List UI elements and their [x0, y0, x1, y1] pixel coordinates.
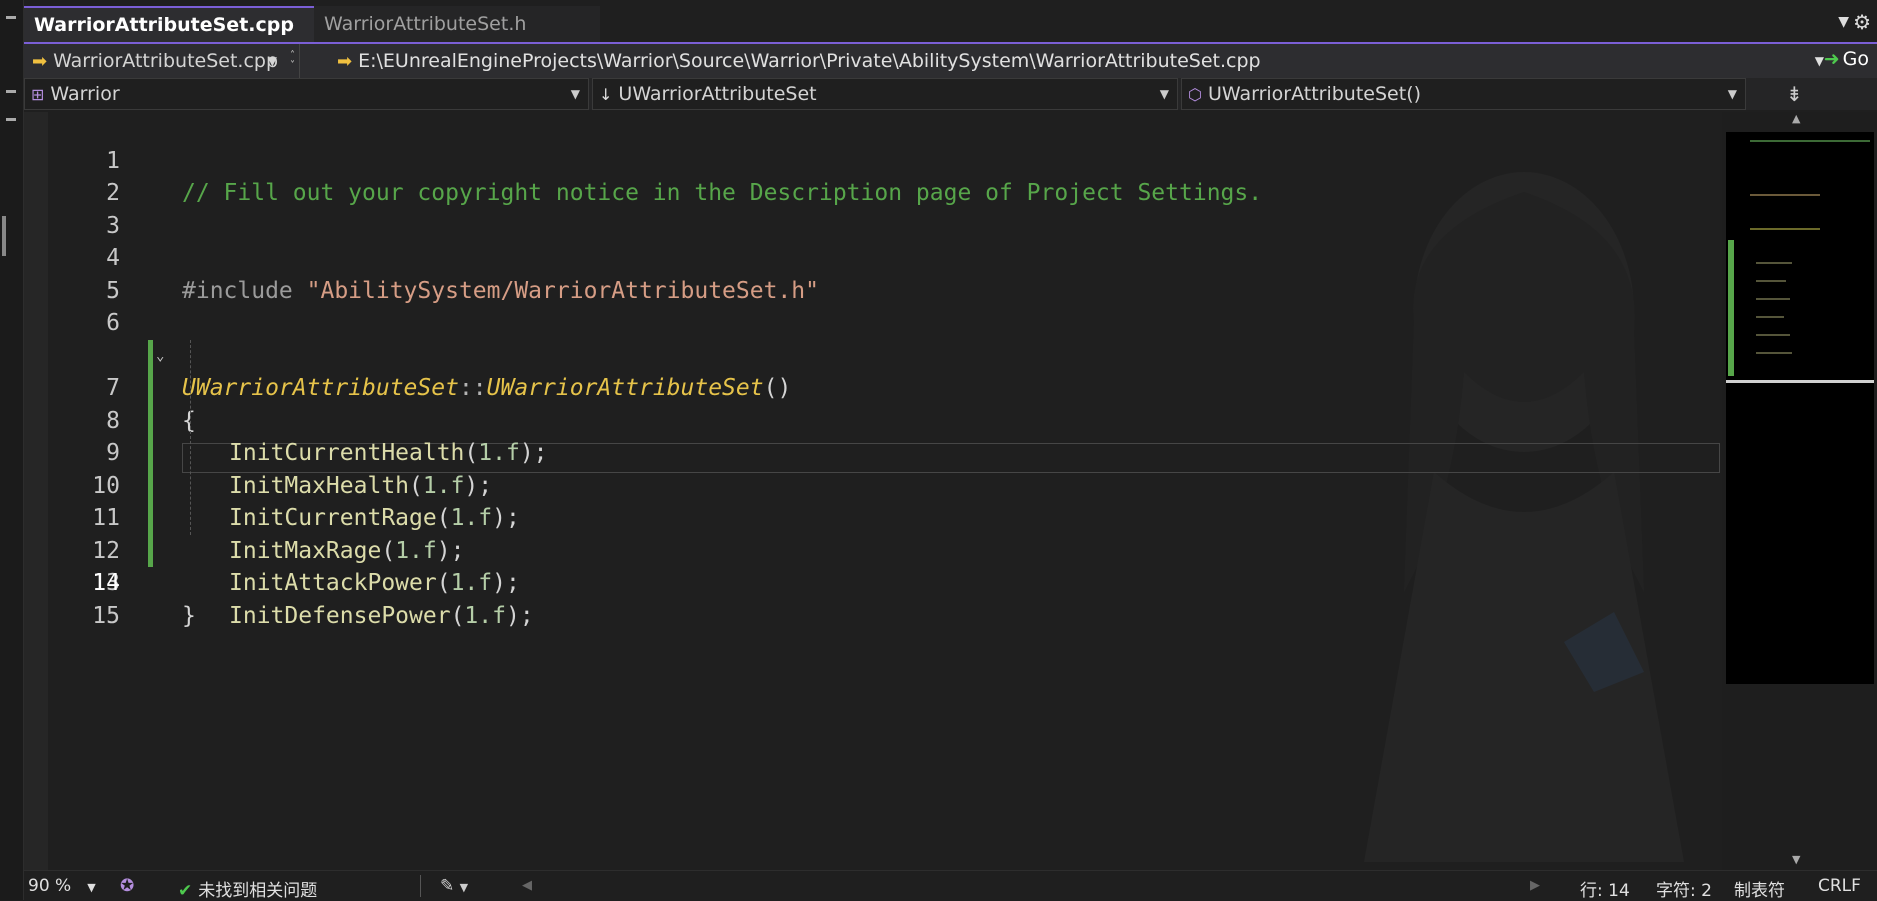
minimap-cursor-line — [1726, 380, 1874, 383]
tab-label: WarriorAttributeSet.h — [324, 13, 527, 35]
cursor-char[interactable]: 字符: 2 — [1656, 876, 1712, 901]
minimap-line — [1756, 298, 1790, 300]
minimap-line — [1756, 334, 1790, 336]
project-scope-dropdown[interactable]: ⊞ Warrior ▼ — [24, 78, 589, 110]
chevron-down-icon: ▼ — [570, 87, 580, 101]
indent-mode[interactable]: 制表符 — [1734, 876, 1785, 901]
code-editor[interactable]: 1 // Fill out your copyright notice in t… — [24, 112, 1722, 870]
code-line: 6 ⌄ UWarriorAttributeSet::UWarriorAttrib… — [24, 275, 1722, 401]
zoom-level: 90 % — [28, 876, 72, 896]
member-scope-label: UWarriorAttributeSet() — [1207, 83, 1422, 105]
project-icon: ⊞ — [31, 84, 45, 104]
minimap-line — [1750, 140, 1870, 142]
chevron-down-icon: ▼ — [1814, 54, 1824, 68]
minimap-viewport[interactable] — [1726, 132, 1874, 684]
minimap-line — [1750, 194, 1820, 196]
code-cleanup-dropdown[interactable]: ✎ ▼ — [440, 876, 468, 896]
go-label: Go — [1842, 48, 1869, 70]
code-line: 4 #include "AbilitySystem/WarriorAttribu… — [24, 210, 1722, 304]
go-icon: ➜ — [1823, 48, 1840, 70]
line-number: 15 — [92, 602, 120, 629]
code-line: 1 // Fill out your copyright notice in t… — [24, 112, 1722, 207]
split-editor-icon[interactable]: ⇟ — [1786, 82, 1803, 106]
file-dropdown[interactable]: ➡ WarriorAttributeSet.cpp ▼ ˄ ˅ — [24, 44, 300, 78]
strip-scroll-thumb[interactable] — [2, 216, 6, 256]
code-line: 12 InitAttackPower(1.f); — [24, 470, 1722, 596]
arrow-down-icon: ↓ — [599, 84, 613, 104]
minimap-change-marker — [1728, 240, 1734, 376]
scroll-right-icon[interactable]: ▶ — [1530, 878, 1540, 893]
zoom-dropdown[interactable]: 90 % ▼ — [28, 876, 96, 896]
tab-label: WarriorAttributeSet.cpp — [34, 14, 294, 36]
minimap[interactable]: ▲ ▼ — [1722, 112, 1877, 870]
chevron-down-icon: ▼ — [1727, 87, 1737, 101]
chevron-down-icon: ▼ — [1159, 87, 1169, 101]
code-line: 7 { — [24, 307, 1722, 434]
strip-mark-icon — [6, 118, 16, 121]
code-line: 15 — [24, 567, 1722, 629]
issues-indicator[interactable]: ✔ 未找到相关问题 — [178, 876, 317, 901]
numeric-literal: 1.f — [464, 602, 506, 629]
path-dropdown[interactable]: ➡ E:\EUnrealEngineProjects\Warrior\Sourc… — [329, 44, 1834, 78]
chevron-down-icon: ▼ — [459, 881, 469, 894]
code-line: 14 } — [24, 535, 1722, 629]
line-ending[interactable]: CRLF — [1818, 876, 1861, 896]
tab-overflow-icon[interactable]: ▼ — [1838, 14, 1849, 30]
arrow-right-icon: ➡ — [337, 50, 353, 72]
tab-warrior-attribute-set-cpp[interactable]: WarriorAttributeSet.cpp ⊣ ✕ — [24, 6, 355, 42]
left-tool-strip — [0, 0, 24, 900]
code-line: 10 InitCurrentRage(1.f); — [24, 405, 1722, 531]
check-circle-icon: ✔ — [178, 881, 193, 901]
close-brace: } — [182, 602, 196, 629]
file-dropdown-label: WarriorAttributeSet.cpp — [53, 50, 279, 72]
project-scope-label: Warrior — [50, 83, 120, 105]
cursor-line[interactable]: 行: 14 — [1580, 876, 1630, 901]
issues-text: 未找到相关问题 — [198, 881, 318, 901]
scope-bar: ⊞ Warrior ▼ ↓ UWarriorAttributeSet ▼ ⬡ U… — [24, 78, 1877, 110]
spinner-icon[interactable]: ˄ ˅ — [290, 51, 295, 71]
minimap-line — [1750, 228, 1820, 230]
code-line: 13 InitDefensePower(1.f); — [24, 502, 1722, 629]
strip-mark-icon — [6, 90, 16, 93]
minimap-line — [1756, 280, 1786, 282]
strip-mark-icon — [6, 16, 16, 19]
brush-icon: ✎ — [440, 876, 455, 896]
minimap-line — [1756, 316, 1784, 318]
function-call: InitDefensePower — [229, 602, 451, 629]
chevron-down-icon: ▼ — [267, 54, 277, 68]
member-scope-dropdown[interactable]: ⬡ UWarriorAttributeSet() ▼ — [1181, 78, 1746, 110]
minimap-line — [1756, 262, 1792, 264]
code-line: 3 — [24, 177, 1722, 239]
minimap-line — [1756, 352, 1792, 354]
code-line: 11 InitMaxRage(1.f); — [24, 437, 1722, 564]
document-tab-bar: WarriorAttributeSet.cpp ⊣ ✕ WarriorAttri… — [24, 0, 1877, 42]
code-line: 9 InitMaxHealth(1.f); — [24, 372, 1722, 499]
arrow-right-icon: ➡ — [32, 50, 48, 72]
scroll-up-icon[interactable]: ▲ — [1792, 112, 1800, 125]
code-line: 2 — [24, 145, 1722, 206]
gear-icon[interactable]: ⚙ — [1853, 10, 1871, 34]
code-line: 8 InitCurrentHealth(1.f); — [24, 340, 1722, 466]
class-scope-dropdown[interactable]: ↓ UWarriorAttributeSet ▼ — [592, 78, 1178, 110]
class-scope-label: UWarriorAttributeSet — [618, 83, 817, 105]
chevron-down-icon: ▼ — [87, 881, 96, 894]
path-label: E:\EUnrealEngineProjects\Warrior\Source\… — [358, 50, 1261, 72]
scroll-left-icon[interactable]: ◀ — [522, 878, 532, 893]
status-separator — [420, 875, 421, 897]
scroll-down-icon[interactable]: ▼ — [1792, 853, 1800, 866]
go-button[interactable]: ➜ Go — [1824, 48, 1869, 70]
method-cube-icon: ⬡ — [1188, 84, 1202, 104]
file-navigation-bar: ➡ WarriorAttributeSet.cpp ▼ ˄ ˅ ➡ E:\EUnr… — [24, 42, 1877, 78]
tab-warrior-attribute-set-h[interactable]: WarriorAttributeSet.h — [314, 6, 600, 42]
status-bar: 90 % ▼ ✪ ✔ 未找到相关问题 ✎ ▼ ◀ ▶ 行: 14 字符: 2 制表符… — [24, 870, 1877, 901]
intellicode-icon[interactable]: ✪ — [120, 876, 134, 896]
code-line: 5 — [24, 242, 1722, 304]
